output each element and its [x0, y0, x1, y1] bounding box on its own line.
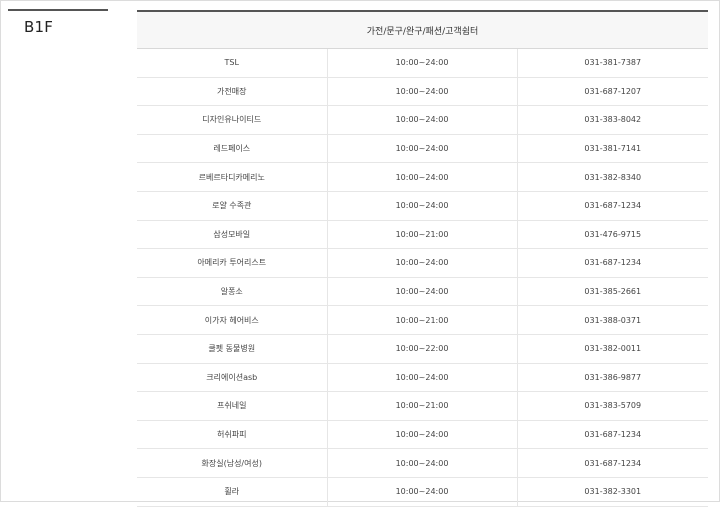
store-hours: 10:00~24:00 — [326, 134, 518, 164]
table-row: 로얄 수족관 10:00~24:00 031-687-1234 — [137, 191, 709, 221]
store-hours: 10:00~24:00 — [326, 420, 518, 450]
store-name: 디자인유나이티드 — [137, 105, 327, 135]
store-table: 가전/문구/완구/패션/고객쉼터 TSL 10:00~24:00 031-381-7… — [137, 10, 709, 507]
store-hours: 10:00~24:00 — [326, 162, 518, 192]
table-row: 쿨펫 동물병원 10:00~22:00 031-382-0011 — [137, 334, 709, 364]
store-hours: 10:00~24:00 — [326, 191, 518, 221]
store-hours: 10:00~24:00 — [326, 48, 518, 78]
store-hours: 10:00~21:00 — [326, 220, 518, 250]
store-phone: 031-687-1234 — [517, 420, 709, 450]
store-phone: 031-382-8340 — [517, 162, 709, 192]
table-row: 화장실(남성/여성) 10:00~24:00 031-687-1234 — [137, 448, 709, 478]
store-name: 화장실(남성/여성) — [137, 448, 327, 478]
store-name: 로얄 수족관 — [137, 191, 327, 221]
store-phone: 031-687-1207 — [517, 77, 709, 107]
store-name: 쿨펫 동물병원 — [137, 334, 327, 364]
store-phone: 031-382-0011 — [517, 334, 709, 364]
store-name: 삼성모바일 — [137, 220, 327, 250]
store-hours: 10:00~24:00 — [326, 105, 518, 135]
store-hours: 10:00~24:00 — [326, 77, 518, 107]
table-row: 알퐁소 10:00~24:00 031-385-2661 — [137, 277, 709, 307]
store-hours: 10:00~21:00 — [326, 305, 518, 335]
table-row: 삼성모바일 10:00~21:00 031-476-9715 — [137, 220, 709, 250]
store-phone: 031-687-1234 — [517, 448, 709, 478]
store-hours: 10:00~21:00 — [326, 391, 518, 421]
floor-divider — [8, 9, 108, 11]
store-name: 알퐁소 — [137, 277, 327, 307]
store-name: 프쉬네일 — [137, 391, 327, 421]
store-phone: 031-383-5709 — [517, 391, 709, 421]
table-header-row: 가전/문구/완구/패션/고객쉼터 — [137, 10, 709, 49]
store-name: 레드페이스 — [137, 134, 327, 164]
store-name: TSL — [137, 48, 327, 78]
store-phone: 031-385-2661 — [517, 277, 709, 307]
store-hours: 10:00~24:00 — [326, 448, 518, 478]
store-rows: TSL 10:00~24:00 031-381-7387 가전매장 10:00~24:0… — [137, 48, 709, 507]
store-phone: 031-386-9877 — [517, 363, 709, 393]
store-name: 가전매장 — [137, 77, 327, 107]
table-row: 이가자 헤어비스 10:00~21:00 031-388-0371 — [137, 305, 709, 335]
store-hours: 10:00~24:00 — [326, 277, 518, 307]
table-row: 레드페이스 10:00~24:00 031-381-7141 — [137, 134, 709, 164]
store-name: 이가자 헤어비스 — [137, 305, 327, 335]
store-hours: 10:00~24:00 — [326, 248, 518, 278]
table-row: 프쉬네일 10:00~21:00 031-383-5709 — [137, 391, 709, 421]
floor-column: B1F — [8, 0, 108, 502]
store-name: 르베르타디카메리노 — [137, 162, 327, 192]
category-header: 가전/문구/완구/패션/고객쉼터 — [137, 10, 709, 49]
store-phone: 031-687-1234 — [517, 248, 709, 278]
store-hours: 10:00~22:00 — [326, 334, 518, 364]
store-phone: 031-687-1234 — [517, 191, 709, 221]
table-row: 크리에이션asb 10:00~24:00 031-386-9877 — [137, 363, 709, 393]
store-directory: 가전/문구/완구/패션/고객쉼터 TSL 10:00~24:00 031-381-7… — [137, 10, 709, 507]
table-row: 아메리카 투어리스트 10:00~24:00 031-687-1234 — [137, 248, 709, 278]
table-row: 르베르타디카메리노 10:00~24:00 031-382-8340 — [137, 162, 709, 192]
floor-label: B1F — [24, 18, 54, 36]
table-row: 가전매장 10:00~24:00 031-687-1207 — [137, 77, 709, 107]
store-phone: 031-383-8042 — [517, 105, 709, 135]
store-name: 아메리카 투어리스트 — [137, 248, 327, 278]
table-row: 디자인유나이티드 10:00~24:00 031-383-8042 — [137, 105, 709, 135]
store-name: 크리에이션asb — [137, 363, 327, 393]
store-hours: 10:00~24:00 — [326, 363, 518, 393]
store-phone: 031-476-9715 — [517, 220, 709, 250]
store-phone: 031-381-7141 — [517, 134, 709, 164]
store-name: 허쉬파피 — [137, 420, 327, 450]
table-row: TSL 10:00~24:00 031-381-7387 — [137, 48, 709, 78]
table-row: 허쉬파피 10:00~24:00 031-687-1234 — [137, 420, 709, 450]
store-phone: 031-381-7387 — [517, 48, 709, 78]
store-phone: 031-388-0371 — [517, 305, 709, 335]
